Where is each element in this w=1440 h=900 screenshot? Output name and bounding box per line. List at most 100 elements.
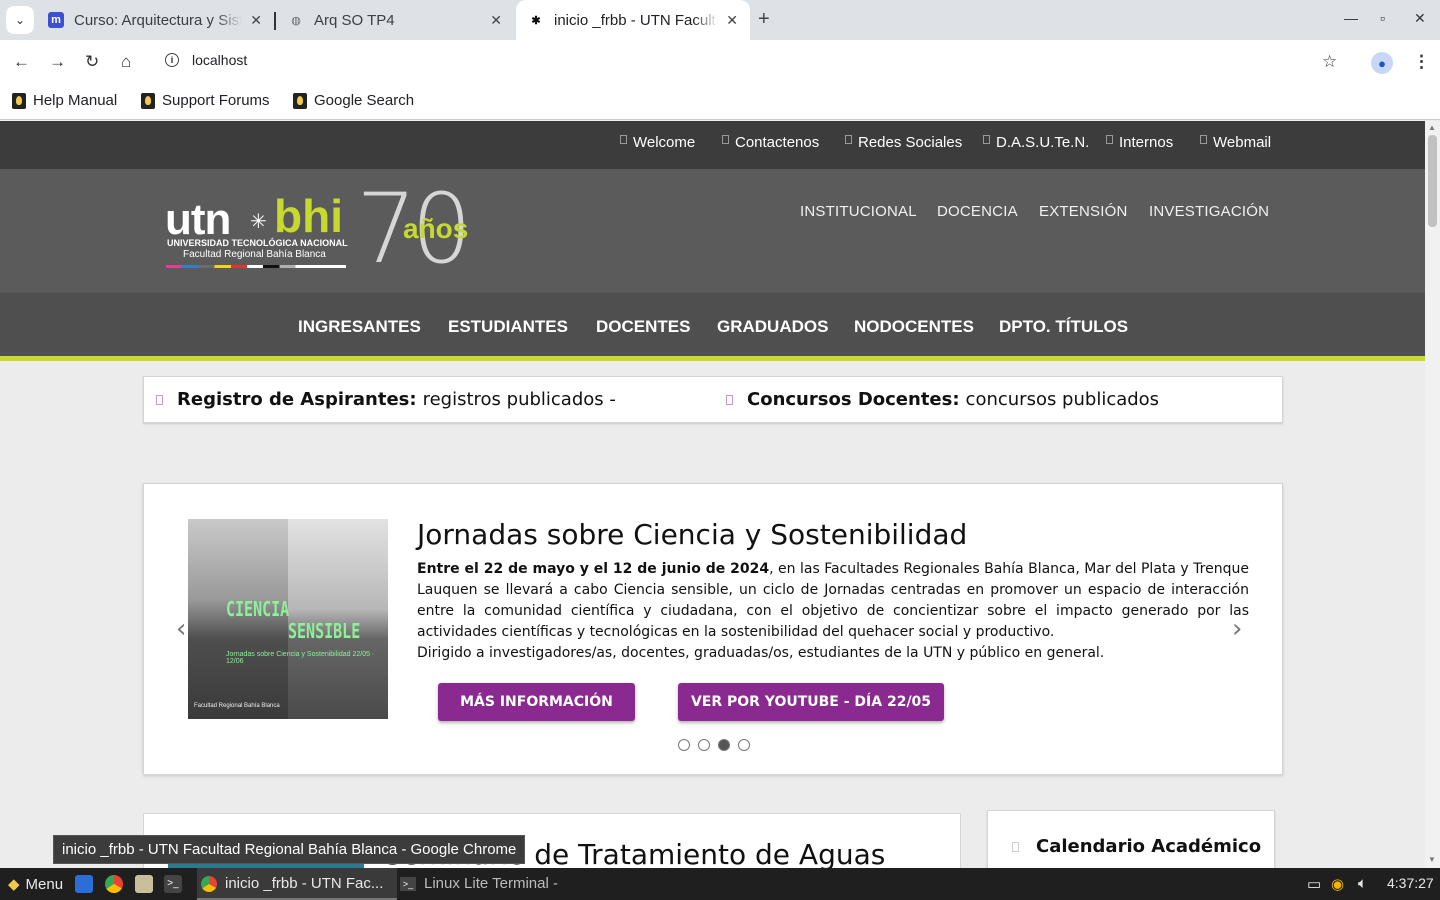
nav-ingresantes[interactable]: INGRESANTES [298, 317, 421, 337]
mas-informacion-button[interactable]: MÁS INFORMACIÓN [438, 683, 635, 721]
chevron-right-icon[interactable]: › [1232, 614, 1242, 644]
menu-label: Menu [25, 875, 64, 893]
close-icon[interactable]: ✕ [490, 12, 502, 29]
notice-bullet-icon [156, 394, 163, 405]
bookmark-support-forums[interactable]: Support Forums [141, 92, 270, 109]
nav-estudiantes[interactable]: ESTUDIANTES [448, 317, 568, 337]
page-scrollbar[interactable]: ▲ ▼ [1425, 121, 1440, 868]
link-bullet-icon [1200, 135, 1207, 144]
taskbar-terminal-window[interactable]: >_ Linux Lite Terminal - [400, 875, 558, 892]
maximize-icon[interactable]: ▫ [1380, 10, 1385, 26]
logo-university-name: UNIVERSIDAD TECNOLÓGICA NACIONAL [167, 238, 348, 248]
forward-icon[interactable]: → [49, 52, 66, 72]
bookmark-label: Support Forums [162, 92, 270, 109]
nav-institucional[interactable]: INSTITUCIONAL [800, 203, 917, 220]
url-text: localhost [192, 52, 248, 68]
notice-label: Concursos Docentes: [747, 389, 960, 410]
close-icon[interactable]: ✕ [726, 12, 738, 29]
desktop-icon[interactable] [75, 875, 93, 893]
scroll-down-icon[interactable]: ▼ [1428, 855, 1436, 864]
notice-label: Registro de Aspirantes: [177, 389, 417, 410]
file-manager-icon[interactable] [135, 875, 153, 893]
slide-dot[interactable] [698, 739, 710, 751]
slide-audience: Dirigido a investigadores/as, docentes, … [417, 645, 1105, 661]
link-label: Contactenos [735, 134, 820, 151]
link-webmail[interactable]: Webmail [1200, 134, 1271, 151]
nav-docencia[interactable]: DOCENCIA [937, 203, 1018, 220]
display-tray-icon[interactable]: ▭ [1307, 875, 1321, 893]
start-menu-button[interactable]: ◆ Menu [8, 875, 64, 894]
tab-search-button[interactable]: ⌄ [6, 6, 34, 34]
notice-bullet-icon [726, 394, 733, 405]
calendar-title[interactable]: Calendario Académico [1036, 836, 1261, 857]
slide-dot[interactable] [678, 739, 690, 751]
site-info-icon[interactable]: i [165, 53, 179, 67]
tab-title: Arq SO TP4 [314, 11, 395, 29]
tab-curso[interactable]: m Curso: Arquitectura y Sistemas Operati… [36, 0, 274, 40]
nav-nodocentes[interactable]: NODOCENTES [854, 317, 974, 337]
notice-registro-aspirantes[interactable]: Registro de Aspirantes: registros public… [156, 389, 616, 410]
nav-extension[interactable]: EXTENSIÓN [1039, 203, 1127, 220]
notice-text: concursos publicados [965, 389, 1160, 410]
page-viewport: Welcome Contactenos Redes Sociales D.A.S… [0, 121, 1425, 868]
nav-docentes[interactable]: DOCENTES [596, 317, 690, 337]
window-label: Linux Lite Terminal - [424, 875, 558, 892]
close-window-icon[interactable]: ✕ [1414, 10, 1426, 27]
menu-dots-icon[interactable]: ⋮ [1413, 52, 1430, 72]
reload-icon[interactable]: ↻ [85, 52, 99, 72]
terminal-icon: >_ [400, 876, 416, 891]
terminal-icon[interactable]: >_ [164, 875, 182, 893]
scroll-up-icon[interactable]: ▲ [1428, 123, 1436, 132]
volume-icon[interactable]: 🔈︎ [1358, 875, 1367, 892]
profile-avatar[interactable]: ● [1371, 52, 1393, 74]
back-icon[interactable]: ← [13, 52, 30, 72]
slide-dot[interactable] [718, 739, 730, 751]
chrome-icon[interactable] [105, 875, 123, 893]
taskbar-chrome-window[interactable]: inicio _frbb - UTN Fac... [201, 875, 383, 892]
tab-inicio-frbb[interactable]: ✱ inicio _frbb - UTN Facultad Regional B… [516, 0, 750, 40]
close-icon[interactable]: ✕ [250, 12, 262, 29]
slide-dot[interactable] [738, 739, 750, 751]
nav-graduados[interactable]: GRADUADOS [717, 317, 828, 337]
notice-bar: Registro de Aspirantes: registros public… [143, 376, 1283, 423]
home-icon[interactable]: ⌂ [121, 52, 131, 72]
link-contactenos[interactable]: Contactenos [722, 134, 819, 151]
link-bullet-icon [722, 135, 729, 144]
utn-icon: ✱ [531, 14, 541, 27]
address-bar[interactable]: i localhost [165, 52, 247, 68]
slide-image-caption: Jornadas sobre Ciencia y Sostenibilidad … [226, 651, 375, 665]
taskbar: ◆ Menu >_ inicio _frbb - UTN Fac... >_ L… [0, 868, 1440, 900]
logo-faculty-name: Facultad Regional Bahía Blanca [183, 249, 326, 260]
link-bullet-icon [620, 135, 627, 144]
link-welcome[interactable]: Welcome [620, 134, 695, 151]
bookmark-google-search[interactable]: Google Search [293, 92, 414, 109]
tab-title: inicio _frbb - UTN Facultad Regional Bah… [554, 11, 718, 29]
link-label: Redes Sociales [858, 134, 963, 151]
new-tab-button[interactable]: + [758, 8, 770, 31]
bookmark-help-manual[interactable]: Help Manual [12, 92, 117, 109]
link-redes-sociales[interactable]: Redes Sociales [845, 134, 962, 151]
tab-arq-so-tp4[interactable]: ◍ Arq SO TP4 ✕ [276, 0, 514, 40]
notice-text: registros publicados - [422, 389, 616, 410]
link-dasuten[interactable]: D.A.S.U.Te.N. [983, 134, 1089, 151]
update-tray-icon[interactable]: ◉ [1331, 875, 1344, 893]
top-links-bar: Welcome Contactenos Redes Sociales D.A.S… [0, 121, 1425, 169]
link-label: Welcome [633, 134, 696, 151]
globe-icon: ◍ [291, 14, 301, 27]
chevron-down-icon: ⌄ [14, 13, 26, 27]
nav-investigacion[interactable]: INVESTIGACIÓN [1149, 203, 1269, 220]
slide-image-footer: Facultad Regional Bahía Blanca [194, 703, 280, 709]
bookmark-star-icon[interactable]: ☆ [1322, 52, 1337, 72]
linux-lite-icon [141, 92, 155, 109]
chevron-left-icon[interactable]: ‹ [176, 614, 186, 644]
main-nav: INGRESANTES ESTUDIANTES DOCENTES GRADUAD… [0, 293, 1425, 361]
window-tooltip: inicio _frbb - UTN Facultad Regional Bah… [53, 835, 526, 864]
notice-concursos-docentes[interactable]: Concursos Docentes: concursos publicados [726, 389, 1159, 410]
slide-image: CIENCIA SENSIBLE Jornadas sobre Ciencia … [188, 519, 388, 719]
scrollbar-thumb[interactable] [1428, 135, 1437, 227]
link-internos[interactable]: Internos [1106, 134, 1173, 151]
minimize-icon[interactable]: — [1344, 10, 1358, 26]
nav-dpto-titulos[interactable]: DPTO. TÍTULOS [999, 317, 1128, 337]
slide-lead-bold: Entre el 22 de mayo y el 12 de junio de … [417, 561, 770, 577]
ver-youtube-button[interactable]: VER POR YOUTUBE - DÍA 22/05 [678, 683, 944, 721]
